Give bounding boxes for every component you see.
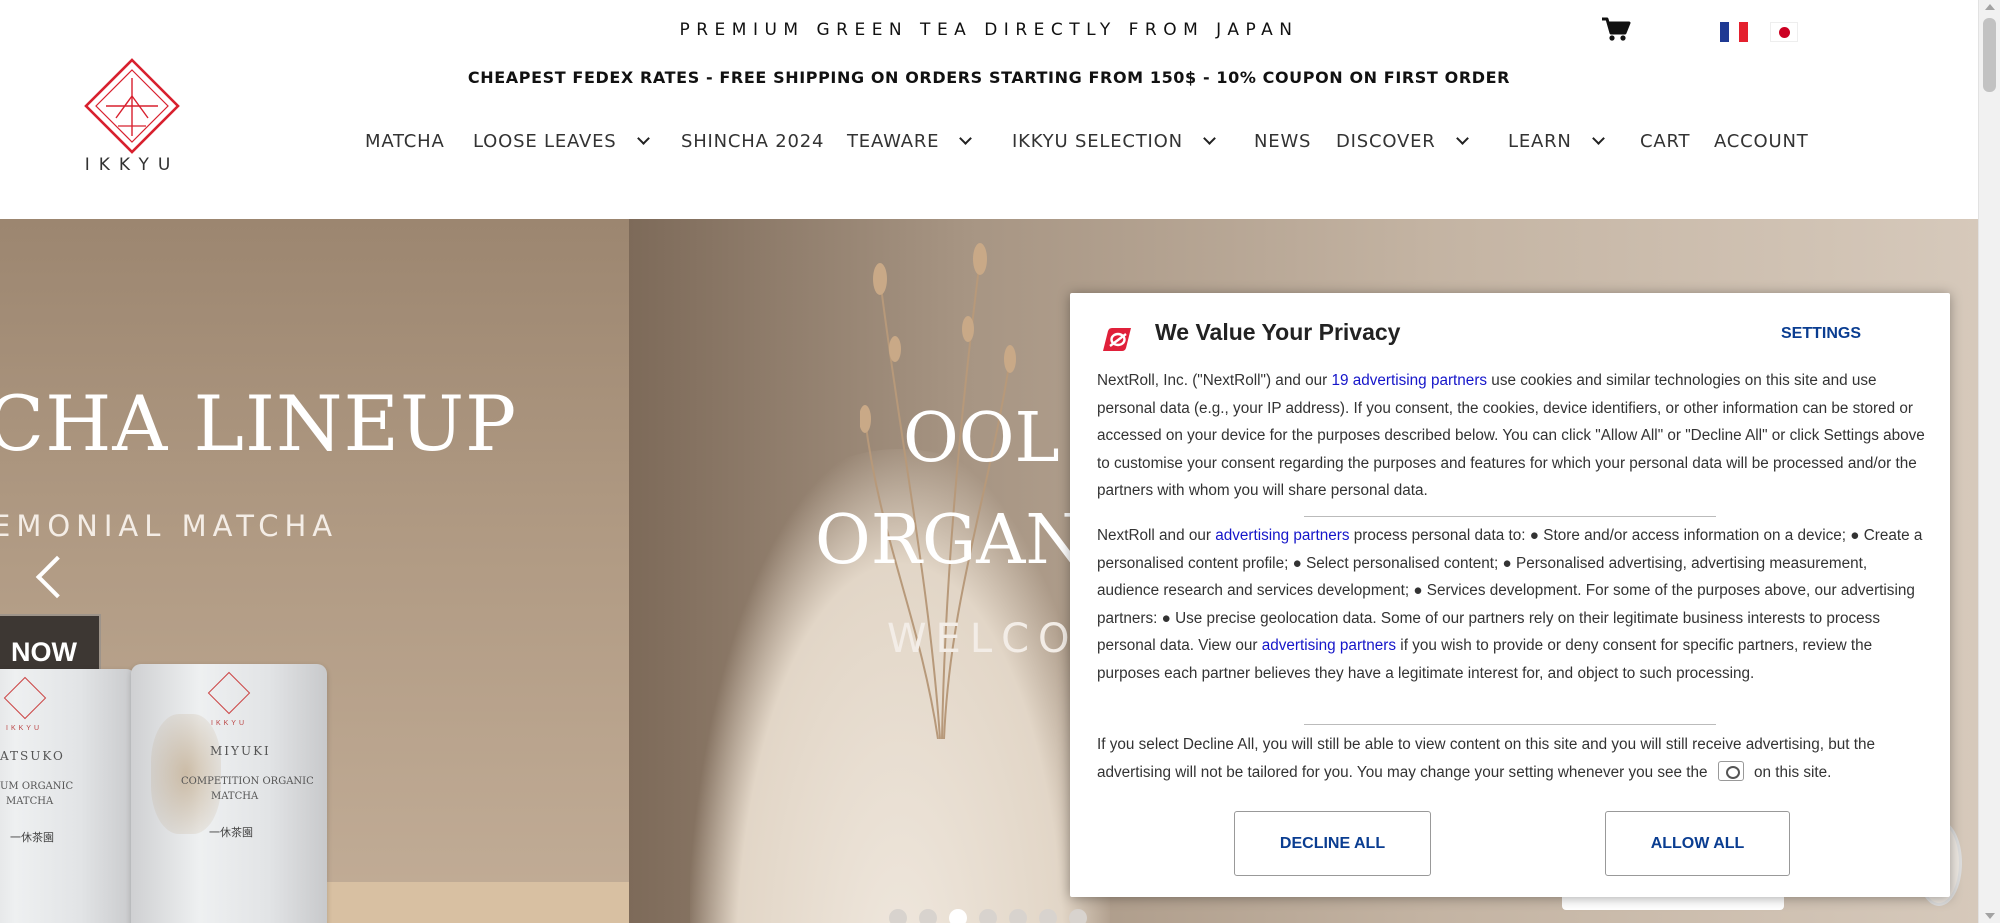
chevron-down-icon [1591,132,1605,145]
carousel-dot[interactable] [1039,909,1057,923]
nav-teaware[interactable]: TEAWARE [847,131,973,152]
chevron-down-icon [959,132,973,145]
privacy-paragraph: NextRoll, Inc. ("NextRoll") and our 19 a… [1097,372,1925,499]
page-scrollbar[interactable] [1978,0,2000,923]
main-nav: MATCHA LOOSE LEAVES SHINCHA 2024 TEAWARE… [0,131,1978,161]
matcha-pack: IKKYU ATSUKO UM ORGANIC MATCHA 一休茶園 [0,669,136,923]
france-flag-icon[interactable] [1720,22,1748,42]
divider [1304,724,1716,725]
advertising-partners-link[interactable]: 19 advertising partners [1331,372,1487,389]
nav-learn[interactable]: LEARN [1508,131,1605,152]
nav-ikkyu-selection[interactable]: IKKYU SELECTION [1012,131,1216,152]
pack-logo-icon [3,676,47,720]
carousel-dots [889,909,1087,923]
decline-all-button[interactable]: DECLINE ALL [1234,811,1431,876]
allow-all-button[interactable]: ALLOW ALL [1605,811,1790,876]
chevron-down-icon [1455,132,1469,145]
slide-title: ORGAN [815,501,1085,580]
dried-flower-decoration [860,243,1016,739]
advertising-partners-link[interactable]: advertising partners [1262,637,1396,654]
carousel-dot[interactable] [919,909,937,923]
pack-illustration [151,714,221,834]
privacy-consent-dialog: We Value Your Privacy SETTINGS NextRoll,… [1070,293,1950,897]
privacy-title: We Value Your Privacy [1155,319,1401,345]
nav-discover[interactable]: DISCOVER [1336,131,1469,152]
consent-settings-icon[interactable] [1717,760,1744,781]
carousel-dot[interactable] [1069,909,1087,923]
nextroll-logo-icon [1103,328,1131,351]
carousel-dot[interactable] [889,909,907,923]
scrollbar-thumb[interactable] [1983,18,1996,92]
nav-account[interactable]: ACCOUNT [1714,131,1809,152]
japan-flag-icon[interactable] [1770,22,1798,42]
chevron-down-icon [1203,132,1216,145]
carousel-dot[interactable] [979,909,997,923]
nav-cart[interactable]: CART [1640,131,1690,152]
carousel-dot[interactable] [1009,909,1027,923]
promo-banner[interactable]: CHEAPEST FEDEX RATES - FREE SHIPPING ON … [0,68,1978,87]
cart-icon[interactable] [1601,16,1631,42]
scroll-down-icon[interactable] [1985,913,1995,919]
matcha-pack: IKKYU MIYUKI COMPETITION ORGANIC MATCHA … [131,664,327,923]
divider [1304,516,1716,517]
nav-loose-leaves[interactable]: LOOSE LEAVES [473,131,650,152]
advertising-partners-link[interactable]: advertising partners [1215,527,1349,544]
slide-subtitle: WELCO [887,616,1079,662]
pack-logo-icon [207,671,251,715]
tagline: PREMIUM GREEN TEA DIRECTLY FROM JAPAN [679,20,1299,40]
nav-shincha-2024[interactable]: SHINCHA 2024 [681,131,824,152]
scroll-up-icon[interactable] [1985,4,1995,10]
settings-link[interactable]: SETTINGS [1781,325,1861,343]
carousel-dot-active[interactable] [949,909,967,923]
nav-news[interactable]: NEWS [1254,131,1311,152]
slide-title: CHA LINEUP [0,379,518,468]
slide-subtitle: EMONIAL MATCHA [0,509,339,543]
privacy-paragraph: If you select Decline All, you will stil… [1097,736,1875,781]
chevron-down-icon [636,132,650,145]
nav-matcha[interactable]: MATCHA [365,131,445,152]
slide-title: OOL [903,399,1060,478]
site-header: PREMIUM GREEN TEA DIRECTLY FROM JAPAN CH… [0,0,1978,219]
privacy-paragraph: NextRoll and our advertising partners pr… [1097,527,1923,682]
